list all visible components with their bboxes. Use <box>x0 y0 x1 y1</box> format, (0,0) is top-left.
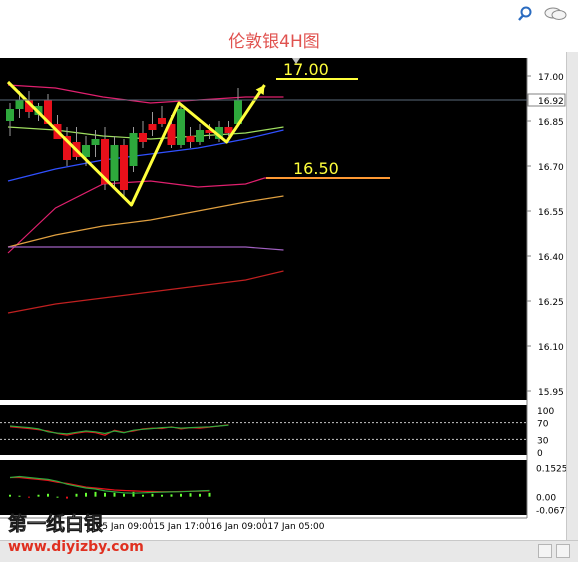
macd-histogram-bar <box>75 493 78 497</box>
candle-body[interactable] <box>120 145 128 190</box>
macd-histogram-bar <box>85 492 87 497</box>
macd-histogram-bar <box>56 496 59 498</box>
macd-histogram-bar <box>113 492 116 497</box>
macd-histogram-bar <box>208 492 211 497</box>
macd-tick-label: 0.00 <box>536 494 556 504</box>
rsi-panel[interactable] <box>0 405 527 455</box>
chart-area[interactable]: 17.00 16.50 17.00 16.85 16.70 16.55 16.40 16.2… <box>0 52 566 540</box>
candle-body[interactable] <box>110 145 119 181</box>
x-tick-label: 15 Jan 17:00 <box>154 522 211 532</box>
macd-histogram-bar <box>9 494 11 497</box>
y-tick-label: 16.55 <box>538 208 564 218</box>
macd-histogram-bar <box>189 493 192 497</box>
macd-histogram-bar <box>170 494 173 497</box>
y-tick-label: 16.40 <box>538 253 564 263</box>
y-tick-label: 16.10 <box>538 343 564 353</box>
x-tick-label: 16 Jan 09:00 <box>211 522 268 532</box>
watermark: 第一纸白银 www.diyizby.com <box>8 512 144 555</box>
chart-title: 伦敦银4H图 <box>228 32 320 52</box>
current-price-label: 16.92 <box>538 97 564 107</box>
y-tick-label: 15.95 <box>538 388 564 398</box>
candle-body[interactable] <box>139 133 147 142</box>
rsi-tick-label: 100 <box>537 407 554 417</box>
macd-histogram-bar <box>37 494 40 497</box>
macd-histogram-bar <box>142 494 144 497</box>
macd-histogram-bar <box>199 493 201 497</box>
watermark-brand: 第一纸白银 <box>8 512 104 535</box>
macd-histogram-bar <box>66 496 68 499</box>
top-bar: 伦敦银4H图 <box>0 0 578 53</box>
target-label-lower: 16.50 <box>293 159 339 178</box>
rsi-tick-label: 30 <box>537 436 549 446</box>
macd-histogram-bar <box>104 492 106 497</box>
candle-body[interactable] <box>129 133 138 166</box>
scroll-left-button[interactable] <box>538 544 552 558</box>
rsi-tick-label: 70 <box>537 420 549 430</box>
search-icon[interactable] <box>518 6 536 22</box>
macd-histogram-bar <box>161 494 163 497</box>
macd-tick-label: 0.1525 <box>536 464 566 474</box>
macd-histogram-bar <box>151 493 154 497</box>
candle-body[interactable] <box>6 109 14 121</box>
candle-body[interactable] <box>158 118 166 124</box>
y-tick-label: 16.85 <box>538 118 564 128</box>
macd-histogram-bar <box>28 496 30 498</box>
macd-tick-label: -0.0677 <box>536 507 566 517</box>
y-tick-label: 16.70 <box>538 163 564 173</box>
macd-panel[interactable] <box>0 460 527 515</box>
candle-body[interactable] <box>196 130 204 142</box>
macd-histogram-bar <box>47 493 49 497</box>
candle-body[interactable] <box>177 109 185 145</box>
macd-histogram-bar <box>94 491 97 497</box>
candle-body[interactable] <box>186 136 195 142</box>
price-panel[interactable] <box>0 58 527 400</box>
macd-histogram-bar <box>18 495 21 497</box>
candle-body[interactable] <box>148 124 157 130</box>
vertical-scrollbar[interactable] <box>566 52 578 540</box>
x-tick-label: 17 Jan 05:00 <box>268 522 325 532</box>
macd-histogram-bar <box>180 493 182 497</box>
target-label-upper: 17.00 <box>283 60 329 79</box>
scroll-right-button[interactable] <box>556 544 570 558</box>
candle-body[interactable] <box>15 100 24 109</box>
chat-icon[interactable] <box>544 6 568 22</box>
rsi-tick-label: 0 <box>537 449 543 459</box>
watermark-url: www.diyizby.com <box>8 539 144 555</box>
macd-histogram-bar <box>123 493 125 497</box>
y-tick-label: 16.25 <box>538 298 564 308</box>
y-tick-label: 17.00 <box>538 73 564 83</box>
candle-body[interactable] <box>91 139 100 145</box>
